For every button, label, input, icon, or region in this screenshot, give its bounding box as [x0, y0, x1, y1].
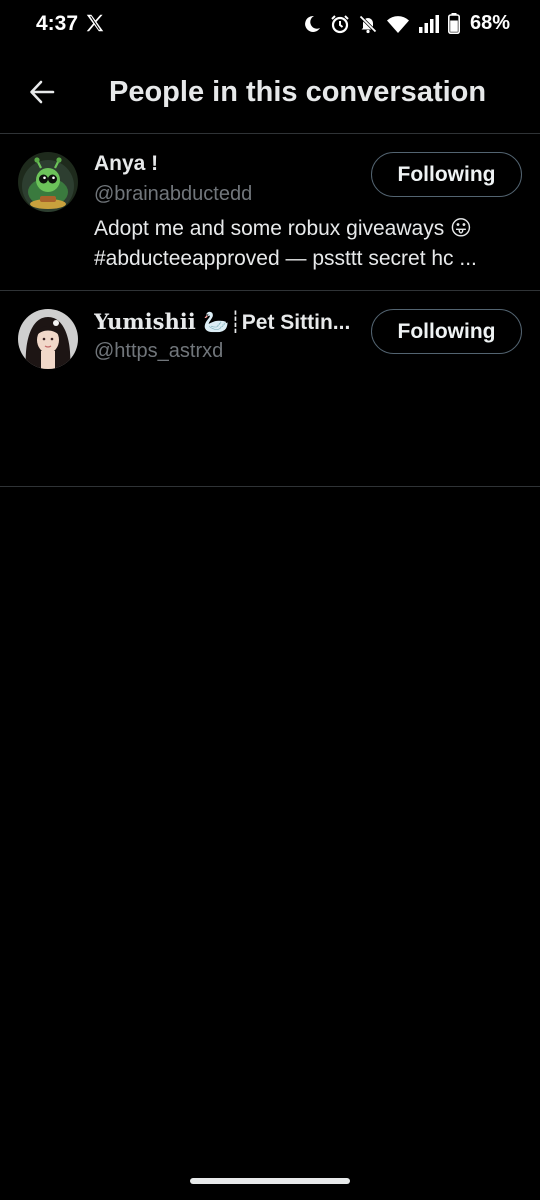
status-bar: 4:37 68% — [0, 0, 540, 50]
display-name-part: Yumishii 🦢 — [94, 309, 230, 334]
avatar[interactable] — [18, 152, 78, 212]
username: @https_astrxd — [94, 340, 224, 362]
battery-icon — [447, 13, 460, 34]
status-icons: 68% — [302, 12, 510, 35]
page-title: People in this conversation — [109, 76, 487, 108]
alarm-icon — [331, 14, 349, 33]
list-item[interactable]: Anya ! @brainabductedd Following Adopt m… — [0, 134, 540, 291]
moon-icon — [305, 15, 320, 32]
display-name-part: ┊Pet Sittin... — [229, 311, 351, 334]
bio-line: Adopt me and some robux giveaways 😛 — [94, 217, 472, 240]
home-indicator[interactable] — [190, 1178, 350, 1184]
avatar[interactable] — [18, 309, 78, 369]
bio-line: #abducteeapproved — pssttt secret hc ... — [94, 247, 477, 270]
back-button[interactable] — [24, 74, 60, 110]
status-time: 4:37 — [36, 12, 79, 35]
wifi-icon — [386, 15, 409, 33]
header: People in this conversation — [0, 52, 540, 134]
following-button[interactable]: Following — [371, 152, 522, 197]
arrow-left-icon — [30, 80, 55, 104]
x-logo-icon — [86, 14, 104, 32]
battery-percent: 68% — [469, 12, 510, 34]
people-list: Anya ! @brainabductedd Following Adopt m… — [0, 134, 540, 487]
bell-off-icon — [359, 14, 377, 33]
signal-icon — [418, 14, 439, 33]
following-button[interactable]: Following — [371, 309, 522, 354]
display-name: Yumishii 🦢┊Pet Sittin... — [94, 309, 350, 335]
display-name: Anya ! — [94, 152, 159, 175]
username: @brainabductedd — [94, 183, 253, 205]
list-item[interactable]: Yumishii 🦢┊Pet Sittin... @https_astrxd F… — [0, 291, 540, 487]
